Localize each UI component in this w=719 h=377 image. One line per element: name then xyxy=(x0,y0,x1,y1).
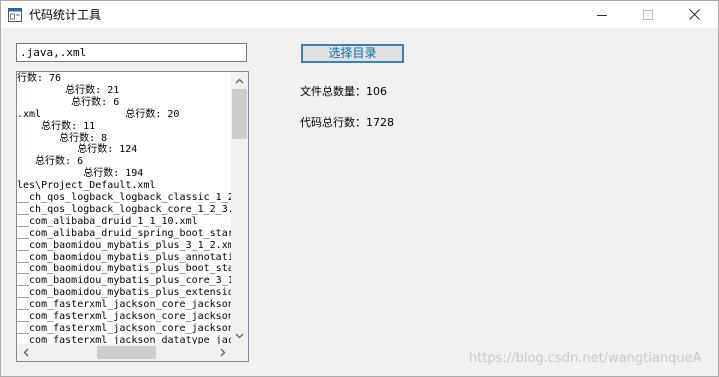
output-line: __com_alibaba_druid_spring_boot_star xyxy=(17,227,231,239)
output-line: 行数: 76 xyxy=(17,73,62,84)
maximize-icon xyxy=(643,9,653,20)
horizontal-scrollbar[interactable] xyxy=(17,344,231,361)
output-line: __com_fasterxml_jackson_core_jackson xyxy=(17,311,231,322)
window-title: 代码统计工具 xyxy=(29,8,102,22)
output-line: __com_baomidou_mybatis_plus_extensio xyxy=(17,287,231,299)
output-line: __com_baomidou_mybatis_plus_core_3_1 xyxy=(17,275,231,287)
title-bar[interactable]: 代码统计工具 xyxy=(1,1,718,28)
watermark-text: https://blog.csdn.net/wangtianqueA xyxy=(469,351,702,366)
output-line: .xml 总行数: 20 xyxy=(17,108,180,120)
chevron-right-icon xyxy=(220,348,225,357)
output-line: __com_baomidou_mybatis_plus_3_1_2.xm xyxy=(17,239,231,251)
close-button[interactable] xyxy=(671,1,717,28)
scroll-down-button[interactable] xyxy=(231,327,248,344)
choose-directory-button[interactable]: 选择目录 xyxy=(301,44,404,63)
scroll-left-button[interactable] xyxy=(17,344,34,361)
chevron-left-icon xyxy=(23,348,28,357)
output-line: __com_baomidou_mybatis_plus_boot_sta xyxy=(17,263,231,275)
scroll-up-button[interactable] xyxy=(231,72,248,89)
output-line: 总行数: 11 xyxy=(17,120,96,132)
output-line: les\Project_Default.xml 总 xyxy=(17,180,231,192)
close-icon xyxy=(688,9,700,20)
minimize-button[interactable] xyxy=(579,1,625,28)
output-line: 总行数: 8 xyxy=(17,132,108,144)
file-count-label: 文件总数量：106 xyxy=(300,85,387,98)
chevron-down-icon xyxy=(235,333,244,338)
app-icon xyxy=(8,7,22,22)
extensions-input[interactable]: .java,.xml xyxy=(16,43,247,62)
horizontal-scroll-thumb[interactable] xyxy=(97,346,156,359)
vertical-scroll-thumb[interactable] xyxy=(232,89,247,139)
code-lines-label: 代码总行数：1728 xyxy=(300,116,394,129)
output-line: 总行数: 21 xyxy=(17,84,120,96)
scrollbar-corner xyxy=(231,344,248,361)
output-line: __com_baomidou_mybatis_plus_annotati xyxy=(17,251,231,263)
output-line: __com_fasterxml_jackson_core_jackson xyxy=(17,322,231,334)
output-line: 总行数: 6 xyxy=(17,96,120,108)
maximize-button[interactable] xyxy=(625,1,671,28)
minimize-icon xyxy=(597,14,607,16)
app-window: 代码统计工具 .java,.xml 选择目录 文件总数量：106 代码总行数：1… xyxy=(0,0,719,377)
output-line: 总行数: 124 xyxy=(17,144,138,156)
output-text: 行数: 76 总行数: 21 总行数: 6 .xml 总行数: 20 总行数: 1… xyxy=(17,72,231,344)
output-line: 总行数: 6 xyxy=(17,156,84,168)
output-line: 总行数: 194 xyxy=(17,168,144,180)
output-line: __com_alibaba_druid_1_1_10.xml xyxy=(17,215,198,227)
output-line: __ch_qos_logback_logback_classic_1_2_ xyxy=(17,192,231,203)
output-textarea[interactable]: 行数: 76 总行数: 21 总行数: 6 .xml 总行数: 20 总行数: 1… xyxy=(16,71,249,362)
output-line: __com_fasterxml_jackson_core_jackson xyxy=(17,299,231,311)
output-line: __ch_qos_logback_logback_core_1_2_3. xyxy=(17,203,231,215)
chevron-up-icon xyxy=(235,78,244,83)
scroll-right-button[interactable] xyxy=(214,344,231,361)
output-line: __com_fasterxml_jackson_datatype_jac xyxy=(17,334,231,344)
vertical-scrollbar[interactable] xyxy=(231,72,248,344)
